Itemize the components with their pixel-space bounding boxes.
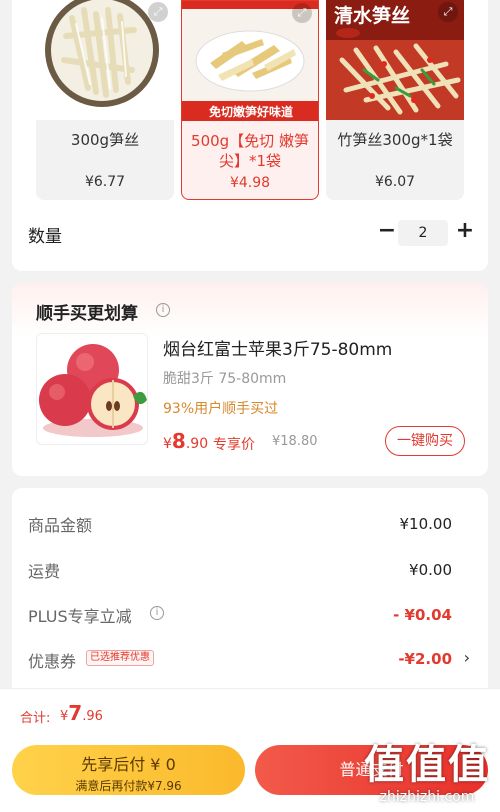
sku-name: 竹笋丝300g*1袋 — [337, 131, 453, 149]
upsell-title: 顺手买更划算 — [36, 304, 138, 324]
image-caption: 免切嫩笋好味道 — [209, 104, 293, 119]
coupon-value[interactable]: -¥2.00 — [398, 650, 452, 668]
chevron-right-icon[interactable]: › — [464, 648, 470, 667]
upsell-product-name[interactable]: 烟台红富士苹果3斤75-80mm — [163, 335, 392, 360]
quantity-label: 数量 — [28, 227, 62, 247]
original-price: ¥18.80 — [272, 434, 318, 449]
image-caption: 清水笋丝 — [334, 4, 410, 27]
price-decimal: .90 — [185, 436, 209, 452]
sku-name: 500g【免切 嫩笋尖】*1袋 — [191, 132, 309, 170]
one-click-buy-button[interactable]: 一键购买 — [385, 426, 465, 456]
bamboo-shoot-image: ⤢ — [36, 0, 174, 120]
sku-option-500g-selected[interactable]: 免切嫩笋好味道 ⤢ 500g【免切 嫩笋尖】*1袋 ¥4.98 — [181, 0, 319, 200]
exclusive-price-tag: 专享价 — [213, 437, 255, 453]
sku-price: ¥6.77 — [84, 174, 126, 190]
goods-amount-label: 商品金额 — [28, 516, 93, 535]
bamboo-tips-image: 免切嫩笋好味道 ⤢ — [182, 1, 318, 121]
sku-option-300g[interactable]: ⤢ 300g笋丝 ¥6.77 — [36, 0, 174, 200]
sku-price: ¥4.98 — [229, 175, 271, 191]
order-summary: 商品金额 ¥10.00 运费 ¥0.00 PLUS专享立减 i - ¥0.04 … — [12, 488, 488, 688]
price-integer: 8 — [171, 429, 186, 453]
sku-option-bamboo-shreds[interactable]: 清水笋丝 ⤢ 竹笋丝300g*1袋 ¥6.07 — [326, 0, 464, 200]
goods-amount-value: ¥10.00 — [399, 515, 453, 533]
upsell-price: ¥8.90 — [163, 429, 208, 453]
coupon-label: 优惠券 — [28, 652, 77, 671]
upsell-card: 顺手买更划算 i 烟台红富士苹果3斤75-80mm 脆甜3斤 75-80mm 9… — [12, 283, 488, 476]
upsell-subtitle: 脆甜3斤 75-80mm — [163, 371, 287, 387]
shipping-value: ¥0.00 — [409, 561, 452, 579]
total-label: 合计: — [20, 711, 51, 726]
plus-discount-label: PLUS专享立减 — [28, 607, 132, 626]
total-integer: 7 — [68, 701, 83, 725]
shipping-label: 运费 — [28, 562, 61, 581]
info-icon[interactable]: i — [150, 606, 164, 620]
quantity-input[interactable]: 2 — [398, 220, 448, 246]
expand-icon[interactable]: ⤢ — [292, 3, 312, 23]
apple-image[interactable] — [36, 333, 148, 445]
sku-price: ¥6.07 — [374, 174, 416, 190]
coupon-badge: 已选推荐优惠 — [86, 650, 154, 666]
info-icon[interactable]: i — [156, 303, 170, 317]
shredded-bamboo-image: 清水笋丝 ⤢ — [326, 0, 464, 120]
expand-icon[interactable]: ⤢ — [148, 2, 168, 22]
pay-later-subtitle: 满意后再付款¥7.96 — [75, 779, 182, 793]
watermark: 值值值 zhizhizhi.com — [364, 742, 490, 806]
watermark-logo: 值值值 — [364, 742, 490, 788]
watermark-url: zhizhizhi.com — [379, 789, 475, 805]
sku-name: 300g笋丝 — [70, 131, 140, 149]
pay-later-button[interactable]: 先享后付 ¥ 0 满意后再付款¥7.96 — [12, 745, 245, 795]
sku-card: ⤢ 300g笋丝 ¥6.77 免切嫩笋好味道 ⤢ 500g【免切 嫩笋尖】*1袋… — [12, 0, 488, 271]
plus-discount-value: - ¥0.04 — [393, 606, 452, 624]
checkout-bar: 合计: ¥7.96 先享后付 ¥ 0 满意后再付款¥7.96 普通支付 值值值 … — [0, 688, 500, 812]
price-symbol: ¥ — [163, 436, 172, 452]
expand-icon[interactable]: ⤢ — [438, 2, 458, 22]
quantity-plus-button[interactable]: + — [452, 218, 478, 246]
quantity-minus-button[interactable]: − — [374, 218, 400, 246]
total-value: ¥7.96 — [60, 701, 103, 725]
pay-later-title: 先享后付 ¥ 0 — [81, 755, 176, 774]
total-decimal: .96 — [82, 709, 103, 724]
upsell-hint: 93%用户顺手买过 — [163, 401, 279, 417]
